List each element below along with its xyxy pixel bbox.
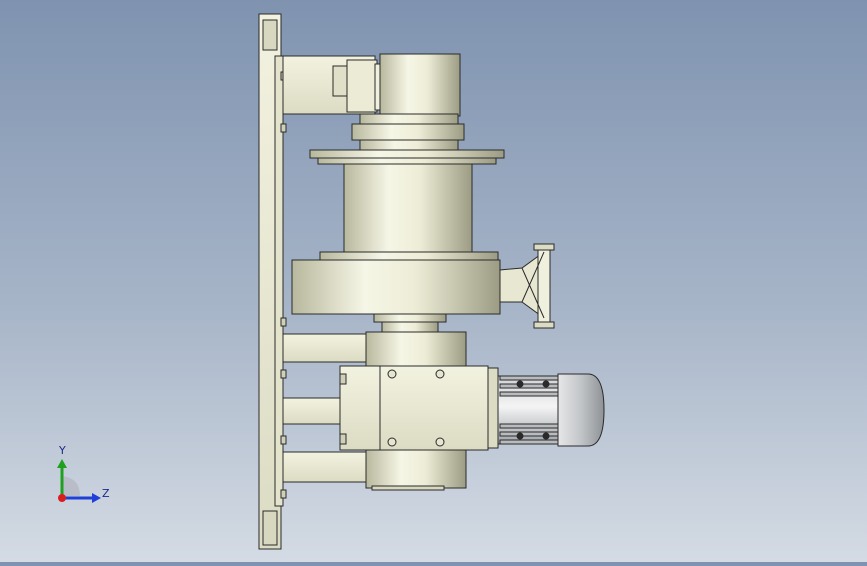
assembly-drawing: Y Z [57, 13, 605, 550]
coordinate-triad: Y Z [57, 444, 110, 503]
drum-body [343, 163, 473, 259]
base-plate [258, 13, 284, 550]
electric-motor [497, 373, 605, 447]
fairlead-bracket [499, 243, 555, 329]
drum-bottom-flange [291, 251, 501, 315]
gear-housing-upper [365, 331, 467, 367]
z-axis-label: Z [102, 487, 110, 500]
drum-top-flange [309, 149, 505, 165]
gear-housing-lower [365, 449, 467, 491]
lower-shaft-collar [373, 313, 447, 335]
y-axis-label: Y [58, 444, 66, 457]
cad-viewport[interactable]: Y Z [0, 0, 867, 562]
gearbox [339, 365, 499, 451]
